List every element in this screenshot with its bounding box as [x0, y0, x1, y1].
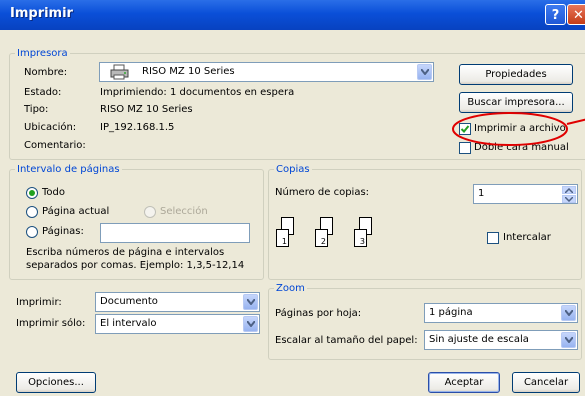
copies-legend: Copias — [276, 164, 310, 175]
range-hint-line1: Escriba números de página e intervalos — [26, 247, 225, 258]
pages-per-sheet-value: 1 página — [429, 307, 473, 318]
print-what-value: Documento — [100, 296, 158, 307]
help-button[interactable]: ? — [545, 4, 566, 25]
chevron-down-icon[interactable] — [561, 305, 576, 321]
cancel-button[interactable]: Cancelar — [512, 372, 580, 393]
status-value: Imprimiendo: 1 documentos en espera — [100, 87, 295, 98]
scale-select[interactable]: Sin ajuste de escala — [424, 330, 578, 350]
print-only-value: El intervalo — [100, 318, 157, 329]
print-only-label: Imprimir sólo: — [16, 318, 86, 329]
pages-per-sheet-select[interactable]: 1 página — [424, 303, 578, 323]
properties-button[interactable]: Propiedades — [459, 64, 573, 85]
range-pages-input[interactable] — [100, 223, 250, 243]
chevron-down-icon[interactable] — [561, 332, 576, 348]
range-hint-line2: separados por comas. Ejemplo: 1,3,5-12,1… — [26, 260, 245, 271]
spinner-up-icon[interactable] — [562, 186, 576, 194]
location-label: Ubicación: — [24, 122, 77, 133]
printer-name-value: RISO MZ 10 Series — [142, 66, 235, 77]
copies-group: Copias — [268, 164, 582, 280]
zoom-legend: Zoom — [276, 283, 305, 294]
close-button[interactable]: ✕ — [567, 4, 585, 25]
collate-page-2-number: 2 — [320, 237, 326, 246]
copies-count-spinner[interactable]: 1 — [473, 184, 578, 204]
ok-button[interactable]: Aceptar — [428, 372, 500, 393]
range-pages-radio[interactable] — [26, 226, 38, 238]
chevron-down-icon[interactable] — [417, 64, 432, 80]
pages-per-sheet-label: Páginas por hoja: — [275, 308, 362, 319]
printer-name-select[interactable]: RISO MZ 10 Series — [99, 62, 434, 82]
collate-page-1-number: 1 — [281, 237, 287, 246]
collate-page-1: 1 — [276, 229, 289, 247]
print-what-label: Imprimir: — [16, 297, 62, 308]
range-current-label[interactable]: Página actual — [42, 206, 109, 217]
scale-value: Sin ajuste de escala — [429, 334, 529, 345]
annotation-circle — [452, 112, 585, 146]
copies-count-label: Número de copias: — [275, 187, 370, 198]
location-value: IP_192.168.1.5 — [100, 122, 175, 133]
chevron-down-icon[interactable] — [243, 316, 258, 332]
range-selection-label[interactable]: Selección — [160, 206, 208, 217]
title-bar[interactable]: Imprimir ? ✕ — [0, 0, 585, 30]
type-label: Tipo: — [24, 104, 49, 115]
page-range-legend: Intervalo de páginas — [17, 164, 120, 175]
type-value: RISO MZ 10 Series — [100, 104, 193, 115]
range-all-label[interactable]: Todo — [42, 187, 65, 198]
collate-page-2: 2 — [315, 229, 328, 247]
comment-label: Comentario: — [24, 140, 86, 151]
print-what-select[interactable]: Documento — [95, 292, 260, 312]
scale-label: Escalar al tamaño del papel: — [275, 335, 418, 346]
chevron-down-icon[interactable] — [243, 294, 258, 310]
range-current-radio[interactable] — [26, 206, 38, 218]
printer-name-label-text: Nombre: — [24, 67, 68, 78]
spinner-down-icon[interactable] — [562, 195, 576, 203]
collate-page-3-number: 3 — [359, 237, 365, 246]
status-label: Estado: — [24, 87, 62, 98]
print-only-select[interactable]: El intervalo — [95, 314, 260, 334]
range-selection-radio[interactable] — [144, 206, 156, 218]
range-all-radio[interactable] — [26, 187, 38, 199]
collate-checkbox[interactable] — [487, 232, 499, 244]
options-button[interactable]: Opciones... — [16, 372, 96, 393]
printer-icon — [110, 64, 130, 83]
window-title: Imprimir — [10, 6, 73, 21]
printer-legend: Impresora — [17, 48, 68, 59]
collate-label[interactable]: Intercalar — [503, 232, 551, 243]
copies-count-value: 1 — [478, 188, 485, 199]
printer-name-label: Nombre: — [24, 67, 67, 78]
collate-page-3: 3 — [354, 229, 367, 247]
range-pages-label[interactable]: Páginas: — [42, 226, 84, 237]
